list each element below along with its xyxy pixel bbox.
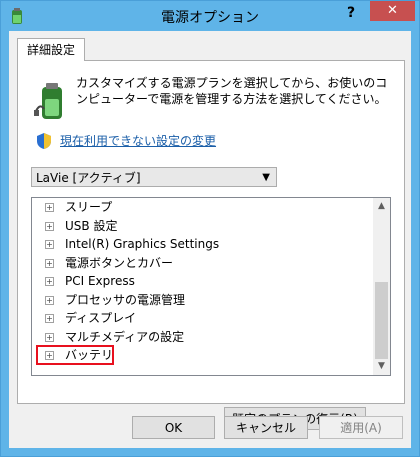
expand-plus-icon[interactable]: + [45,221,54,231]
tree-item[interactable]: + Intel(R) Graphics Settings [32,235,372,254]
expand-plus-icon[interactable]: + [45,277,54,286]
tree-item-label: 電源ボタンとカバー [65,255,174,270]
expand-plus-icon[interactable]: + [45,314,54,323]
description-text: カスタマイズする電源プランを選択してから、お使いのコンピューターで電源を管理する… [76,76,388,106]
tree-item[interactable]: + スリープ [32,198,372,217]
tree-item[interactable]: + マルチメディアの設定 [32,328,372,347]
tree-item[interactable]: + 電源ボタンとカバー [32,254,372,273]
cancel-button[interactable]: キャンセル [224,416,308,439]
tree-item-label: USB 設定 [65,218,118,233]
tab-advanced-settings[interactable]: 詳細設定 [17,38,85,61]
settings-tree[interactable]: + スリープ + USB 設定 + Intel(R) Graphics Settings +… [31,197,391,376]
settings-tree-list: + スリープ + USB 設定 + Intel(R) Graphics Settings +… [32,198,372,365]
scroll-down-icon[interactable]: ▼ [373,358,390,375]
tree-item[interactable]: + USB 設定 [32,217,372,236]
expand-plus-icon[interactable]: + [45,258,54,268]
tree-item-label: Intel(R) Graphics Settings [65,237,220,251]
uac-shield-icon [37,133,51,149]
chevron-down-icon: ▼ [262,172,270,183]
help-button[interactable]: ? [338,3,364,25]
vertical-scrollbar[interactable]: ▲ ▼ [373,198,390,375]
close-button[interactable]: ✕ [370,1,415,21]
expand-plus-icon[interactable]: + [45,203,54,212]
tab-panel: カスタマイズする電源プランを選択してから、お使いのコンピューターで電源を管理する… [17,60,405,430]
expand-plus-icon[interactable]: + [45,240,54,249]
tree-item-label: プロセッサの電源管理 [65,292,186,307]
tree-item[interactable]: + バッテリ [32,345,372,365]
title-bar[interactable]: 電源オプション ? ✕ [1,1,419,31]
battery-plug-icon [34,83,62,119]
expand-plus-icon[interactable]: + [45,295,54,305]
tree-item[interactable]: + ディスプレイ [32,309,372,328]
highlight-box [36,345,114,365]
power-plan-dropdown[interactable]: LaVie [アクティブ] ▼ [31,167,277,187]
ok-button[interactable]: OK [132,416,215,439]
dialog-client-area: 詳細設定 カスタマイズする電源プランを選択してから、お使いのコンピューターで電源… [9,31,411,448]
power-plan-value: LaVie [アクティブ] [36,171,141,185]
tree-item-label: ディスプレイ [65,311,137,325]
apply-button[interactable]: 適用(A) [319,416,403,439]
expand-plus-icon[interactable]: + [45,332,54,342]
tree-item[interactable]: + プロセッサの電源管理 [32,291,372,310]
tree-item-label: PCI Express [65,274,135,288]
change-unavailable-settings-link[interactable]: 現在利用できない設定の変更 [60,132,216,149]
tree-item[interactable]: + PCI Express [32,272,372,291]
tree-item-label: マルチメディアの設定 [65,329,185,344]
tree-item-label: スリープ [65,200,113,214]
power-options-window: 電源オプション ? ✕ 詳細設定 カスタマイズする電源プランを選択してから、お使… [0,0,420,457]
scroll-up-icon[interactable]: ▲ [373,198,390,215]
scroll-thumb[interactable] [375,282,388,359]
